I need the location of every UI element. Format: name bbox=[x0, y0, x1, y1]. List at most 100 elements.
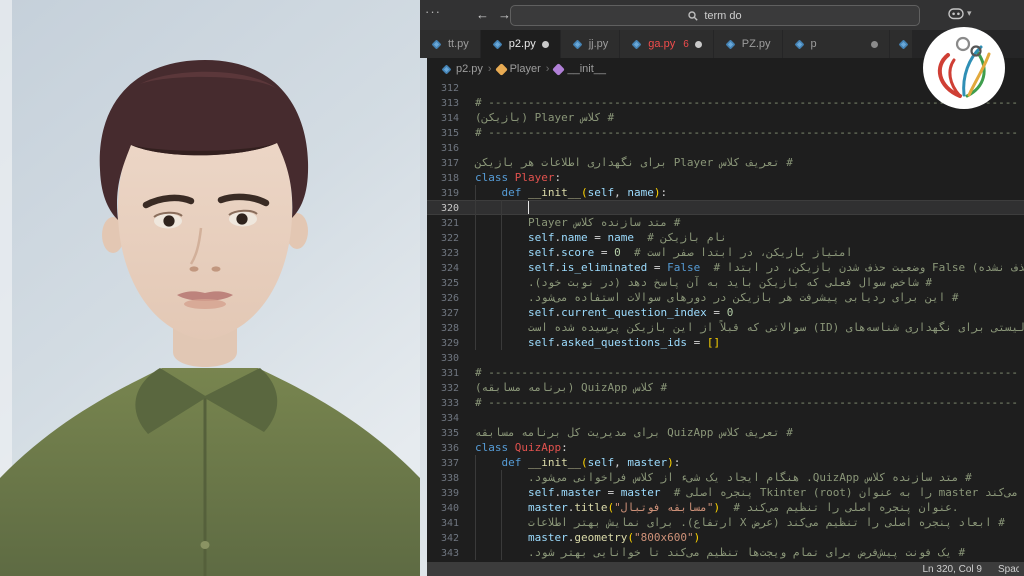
code-line-332[interactable]: 332# کلاس QuizApp (برنامه مسابقه) bbox=[427, 380, 1024, 395]
indentation-status[interactable]: Spaces: 4 bbox=[998, 564, 1019, 575]
navigate-back-button[interactable]: ← bbox=[476, 7, 489, 22]
indent-guide bbox=[501, 485, 502, 500]
code-line-321[interactable]: 321 # متد سازنده کلاس Player bbox=[427, 215, 1024, 230]
breadcrumb-file[interactable]: p2.py bbox=[441, 63, 483, 75]
indent-guide bbox=[475, 470, 476, 485]
modified-indicator-dot[interactable] bbox=[695, 41, 702, 48]
line-content: class Player: bbox=[475, 170, 1024, 185]
chevron-down-icon: ▾ bbox=[967, 8, 972, 19]
cursor-position-status[interactable]: Ln 320, Col 9 bbox=[923, 564, 983, 575]
line-number: 312 bbox=[427, 80, 459, 95]
code-line-315[interactable]: 315# -----------------------------------… bbox=[427, 125, 1024, 140]
indent-guide bbox=[475, 485, 476, 500]
code-line-320[interactable]: 320 bbox=[427, 200, 1024, 215]
code-line-335[interactable]: 335# تعریف کلاس QuizApp برای مدیریت کل ب… bbox=[427, 425, 1024, 440]
line-content: def __init__(self, name): bbox=[475, 185, 1024, 200]
line-content: self.asked_questions_ids = [] bbox=[475, 335, 1024, 350]
code-line-329[interactable]: 329 self.asked_questions_ids = [] bbox=[427, 335, 1024, 350]
python-icon bbox=[572, 39, 583, 50]
code-line-326[interactable]: 326 # این برای ردیابی پیشرفت هر بازیکن د… bbox=[427, 290, 1024, 305]
line-number: 321 bbox=[427, 215, 459, 230]
copilot-menu-button[interactable]: ▾ bbox=[948, 7, 972, 20]
python-icon bbox=[492, 39, 503, 50]
line-content: # --------------------------------------… bbox=[475, 395, 1024, 410]
editor-tab-partial[interactable] bbox=[890, 30, 913, 58]
code-editor[interactable]: 312313# --------------------------------… bbox=[427, 80, 1024, 562]
code-line-314[interactable]: 314# کلاس Player (بازیکن) bbox=[427, 110, 1024, 125]
line-content bbox=[475, 350, 1024, 365]
modified-indicator-dot[interactable] bbox=[542, 41, 549, 48]
code-line-330[interactable]: 330 bbox=[427, 350, 1024, 365]
code-line-323[interactable]: 323 self.score = 0 # امتیاز بازیکن، در ا… bbox=[427, 245, 1024, 260]
editor-tab-ga.py[interactable]: ga.py6 bbox=[620, 30, 713, 58]
indent-guide bbox=[501, 245, 502, 260]
line-content: self.current_question_index = 0 bbox=[475, 305, 1024, 320]
indent-guide bbox=[501, 530, 502, 545]
line-content: # این برای ردیابی پیشرفت هر بازیکن در دو… bbox=[475, 290, 1024, 305]
editor-tab-p2.py[interactable]: p2.py bbox=[481, 30, 561, 58]
code-line-333[interactable]: 333# -----------------------------------… bbox=[427, 395, 1024, 410]
line-number: 326 bbox=[427, 290, 459, 305]
line-number: 335 bbox=[427, 425, 459, 440]
indent-guide bbox=[501, 230, 502, 245]
logo-image bbox=[922, 26, 1006, 110]
code-line-316[interactable]: 316 bbox=[427, 140, 1024, 155]
python-icon bbox=[725, 39, 736, 50]
indent-guide bbox=[475, 245, 476, 260]
class-symbol-icon bbox=[495, 63, 508, 76]
line-number: 334 bbox=[427, 410, 459, 425]
code-line-324[interactable]: 324 self.is_eliminated = False # وضعیت ح… bbox=[427, 260, 1024, 275]
line-content: class QuizApp: bbox=[475, 440, 1024, 455]
code-line-339[interactable]: 339 self.master = master # پنجره اصلی Tk… bbox=[427, 485, 1024, 500]
code-line-337[interactable]: 337 def __init__(self, master): bbox=[427, 455, 1024, 470]
code-line-327[interactable]: 327 self.current_question_index = 0 bbox=[427, 305, 1024, 320]
editor-tab-jj.py[interactable]: jj.py bbox=[561, 30, 621, 58]
portrait-photo-image bbox=[0, 0, 420, 576]
overflow-menu-button[interactable]: ··· bbox=[425, 4, 441, 19]
indent-guide bbox=[501, 545, 502, 560]
editor-tab-p[interactable]: p bbox=[783, 30, 890, 58]
code-line-317[interactable]: 317# تعریف کلاس Player برای نگهداری اطلا… bbox=[427, 155, 1024, 170]
code-line-331[interactable]: 331# -----------------------------------… bbox=[427, 365, 1024, 380]
indent-guide bbox=[475, 230, 476, 245]
line-content: master.geometry("800x600") bbox=[475, 530, 1024, 545]
editor-tab-tt.py[interactable]: tt.py bbox=[420, 30, 481, 58]
line-content: # کلاس Player (بازیکن) bbox=[475, 110, 1024, 125]
line-number: 339 bbox=[427, 485, 459, 500]
breadcrumb-class[interactable]: Player bbox=[497, 63, 541, 75]
command-center-search[interactable]: term do bbox=[510, 5, 920, 26]
line-content: self.name = name # نام بازیکن bbox=[475, 230, 1024, 245]
code-line-342[interactable]: 342 master.geometry("800x600") bbox=[427, 530, 1024, 545]
code-line-338[interactable]: 338 # متد سازنده کلاس QuizApp. هنگام ایج… bbox=[427, 470, 1024, 485]
code-line-341[interactable]: 341 # ابعاد پنجره اصلی را تنظیم می‌کند (… bbox=[427, 515, 1024, 530]
line-content: # --------------------------------------… bbox=[475, 125, 1024, 140]
code-line-334[interactable]: 334 bbox=[427, 410, 1024, 425]
line-number: 322 bbox=[427, 230, 459, 245]
line-content: self.score = 0 # امتیاز بازیکن، در ابتدا… bbox=[475, 245, 1024, 260]
line-number: 328 bbox=[427, 320, 459, 335]
indent-guide bbox=[501, 290, 502, 305]
code-line-343[interactable]: 343 # یک فونت پیش‌فرض برای تمام ویجت‌ها … bbox=[427, 545, 1024, 560]
line-number: 317 bbox=[427, 155, 459, 170]
code-line-325[interactable]: 325 # شاخص سوال فعلی که بازیکن باید به آ… bbox=[427, 275, 1024, 290]
line-content: # ابعاد پنجره اصلی را تنظیم می‌کند (عرض … bbox=[475, 515, 1024, 530]
indent-guide bbox=[501, 515, 502, 530]
line-number: 318 bbox=[427, 170, 459, 185]
breadcrumb-method[interactable]: __init__ bbox=[554, 63, 606, 75]
code-line-340[interactable]: 340 master.title("مسابقه فوتبال") # عنوا… bbox=[427, 500, 1024, 515]
modified-indicator-dot[interactable] bbox=[871, 41, 878, 48]
python-icon bbox=[794, 39, 805, 50]
code-line-328[interactable]: 328 # لیستی برای نگهداری شناسه‌های (ID) … bbox=[427, 320, 1024, 335]
code-line-322[interactable]: 322 self.name = name # نام بازیکن bbox=[427, 230, 1024, 245]
indent-guide bbox=[501, 500, 502, 515]
indent-guide bbox=[501, 260, 502, 275]
editor-tab-PZ.py[interactable]: PZ.py bbox=[714, 30, 783, 58]
line-content: def __init__(self, master): bbox=[475, 455, 1024, 470]
tab-label: PZ.py bbox=[742, 38, 771, 50]
code-line-319[interactable]: 319 def __init__(self, name): bbox=[427, 185, 1024, 200]
code-line-318[interactable]: 318 class Player: bbox=[427, 170, 1024, 185]
line-content: # متد سازنده کلاس Player bbox=[475, 215, 1024, 230]
line-number: 330 bbox=[427, 350, 459, 365]
code-line-336[interactable]: 336class QuizApp: bbox=[427, 440, 1024, 455]
line-content: # شاخص سوال فعلی که بازیکن باید به آن پا… bbox=[475, 275, 1024, 290]
